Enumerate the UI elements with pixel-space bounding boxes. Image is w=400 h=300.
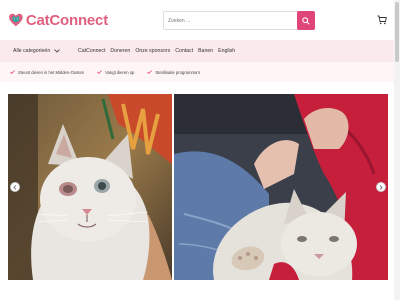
usp-text: Sterilisatie programma's bbox=[155, 69, 201, 75]
carousel-prev-button[interactable] bbox=[10, 182, 20, 192]
all-categories-label: Alle categorieën bbox=[13, 48, 51, 54]
scrollbar-thumb[interactable] bbox=[395, 2, 399, 62]
cat-heart-logo-icon bbox=[9, 13, 23, 27]
cart-icon[interactable] bbox=[377, 15, 387, 25]
carousel-next-button[interactable] bbox=[376, 182, 386, 192]
hero-image-kitten[interactable] bbox=[8, 94, 172, 280]
usp-item: Steunt dieren in het Midden-Oosten bbox=[10, 70, 84, 75]
logo[interactable]: CatConnect bbox=[8, 6, 108, 34]
usp-text: Vangt dieren op bbox=[105, 69, 135, 75]
main-nav: Alle categorieën CatConnect Doneren Onze… bbox=[0, 40, 400, 62]
chevron-right-icon bbox=[379, 184, 383, 190]
usp-text: Steunt dieren in het Midden-Oosten bbox=[18, 69, 85, 75]
nav-item-contact[interactable]: Contact bbox=[175, 48, 193, 54]
check-icon bbox=[97, 70, 103, 74]
hero-carousel bbox=[8, 94, 388, 280]
chevron-left-icon bbox=[13, 184, 17, 190]
hero-image-cat-held[interactable] bbox=[174, 94, 388, 280]
page-scrollbar[interactable] bbox=[394, 0, 400, 300]
nav-item-catconnect[interactable]: CatConnect bbox=[78, 48, 105, 54]
search-bar bbox=[163, 11, 315, 30]
usp-bar: Steunt dieren in het Midden-Oosten Vangt… bbox=[0, 62, 400, 82]
check-icon bbox=[147, 70, 153, 74]
nav-item-sponsors[interactable]: Onze sponsors bbox=[135, 48, 170, 54]
check-icon bbox=[10, 70, 15, 74]
usp-item: Sterilisatie programma's bbox=[147, 70, 200, 75]
site-header: CatConnect bbox=[0, 0, 400, 40]
nav-item-doneren[interactable]: Doneren bbox=[110, 48, 130, 54]
nav-item-english[interactable]: English bbox=[218, 48, 235, 54]
all-categories-dropdown[interactable]: Alle categorieën bbox=[13, 48, 73, 54]
search-input[interactable] bbox=[164, 12, 297, 29]
search-button[interactable] bbox=[297, 11, 315, 30]
chevron-down-icon bbox=[54, 49, 60, 53]
nav-item-banen[interactable]: Banen bbox=[198, 48, 213, 54]
search-icon bbox=[302, 16, 310, 25]
logo-text: CatConnect bbox=[25, 11, 108, 29]
usp-item: Vangt dieren op bbox=[97, 70, 134, 75]
